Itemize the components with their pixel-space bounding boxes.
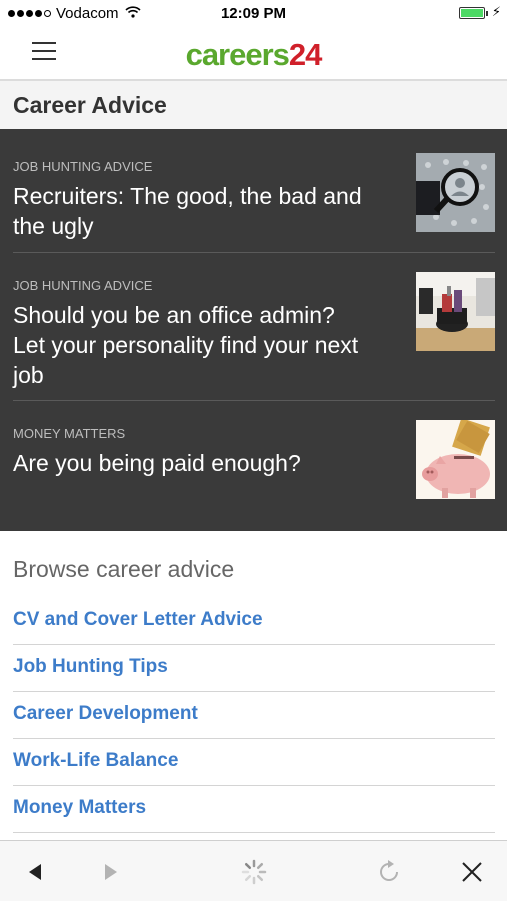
clock: 12:09 PM — [220, 5, 287, 22]
browse-link-cv-cover-letter[interactable]: CV and Cover Letter Advice — [13, 598, 495, 645]
reload-icon[interactable] — [374, 857, 404, 887]
article-thumbnail[interactable] — [416, 420, 495, 499]
article-thumbnail[interactable] — [416, 153, 495, 232]
logo-word: careers — [185, 37, 290, 72]
article-item[interactable]: JOB HUNTING ADVICE Should you be an offi… — [13, 272, 495, 401]
browse-heading: Browse career advice — [13, 556, 235, 582]
back-icon[interactable] — [22, 857, 52, 887]
browse-category-list: CV and Cover Letter Advice Job Hunting T… — [13, 598, 495, 833]
article-category: JOB HUNTING ADVICE — [13, 278, 153, 293]
article-list: JOB HUNTING ADVICE Recruiters: The good,… — [0, 129, 507, 531]
logo-number: 24 — [288, 37, 322, 72]
page-title: Career Advice — [0, 81, 507, 129]
browse-link-work-life-balance[interactable]: Work-Life Balance — [13, 739, 495, 786]
charging-bolt-icon: ⚡ — [491, 4, 501, 19]
article-item[interactable]: MONEY MATTERS Are you being paid enough? — [13, 420, 495, 531]
forward-icon[interactable] — [96, 857, 126, 887]
article-category: MONEY MATTERS — [13, 426, 126, 441]
browser-toolbar — [0, 840, 507, 901]
article-item[interactable]: JOB HUNTING ADVICE Recruiters: The good,… — [13, 153, 495, 253]
browse-link-job-hunting-tips[interactable]: Job Hunting Tips — [13, 645, 495, 692]
article-headline[interactable]: Recruiters: The good, the bad and the ug… — [13, 181, 373, 241]
browse-link-career-development[interactable]: Career Development — [13, 692, 495, 739]
careers24-logo[interactable]: careers24 — [0, 37, 507, 73]
app-header: careers24 — [0, 28, 507, 81]
battery-icon — [459, 7, 488, 19]
article-category: JOB HUNTING ADVICE — [13, 159, 153, 174]
article-headline[interactable]: Are you being paid enough? — [13, 448, 373, 478]
close-icon[interactable] — [457, 857, 487, 887]
loading-spinner-icon — [239, 857, 269, 887]
article-thumbnail[interactable] — [416, 272, 495, 351]
article-headline[interactable]: Should you be an office admin? Let your … — [13, 300, 373, 390]
status-bar: Vodacom 12:09 PM ⚡ — [0, 0, 507, 28]
browse-link-money-matters[interactable]: Money Matters — [13, 786, 495, 833]
